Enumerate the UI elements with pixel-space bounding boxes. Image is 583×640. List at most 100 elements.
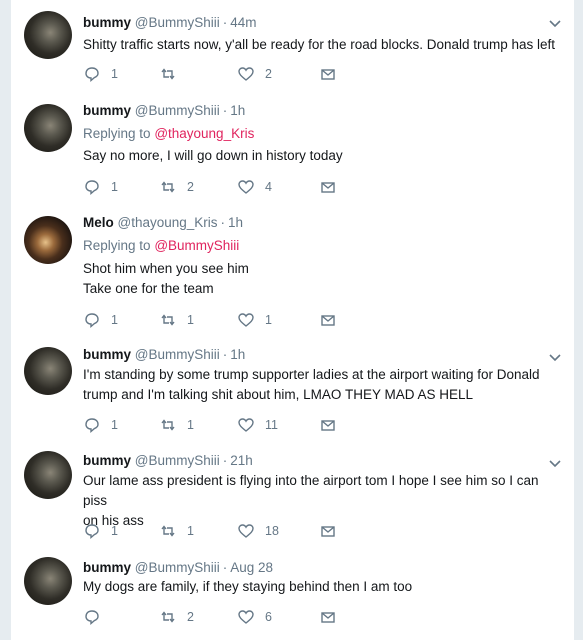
retweet-button[interactable]: 2 — [159, 177, 194, 197]
retweet-count: 1 — [187, 418, 194, 432]
reply-button[interactable]: 1 — [83, 415, 118, 435]
like-count: 2 — [265, 67, 272, 81]
retweet-icon — [161, 419, 175, 431]
tweet-header: bummy @BummyShiii · 1h — [83, 347, 245, 362]
tweet-header: bummy @BummyShiii · 21h — [83, 453, 253, 468]
tweet[interactable]: Melo @thayoung_Kris · 1h Replying to @Bumm… — [11, 204, 574, 338]
author-name[interactable]: bummy — [83, 560, 131, 575]
heart-icon — [238, 67, 254, 81]
avatar[interactable] — [24, 347, 72, 395]
reply-icon — [85, 418, 99, 434]
heart-icon — [238, 524, 254, 538]
like-count: 18 — [265, 524, 279, 538]
tweet[interactable]: bummy @BummyShiii · Aug 28 My dogs are fam… — [11, 548, 574, 640]
avatar[interactable] — [24, 11, 72, 59]
author-name[interactable]: bummy — [83, 347, 131, 362]
mention-link[interactable]: @thayoung_Kris — [154, 126, 254, 141]
reply-count: 1 — [111, 313, 118, 327]
heart-icon — [238, 418, 254, 432]
tweet-text-line: Our lame ass president is flying into th… — [83, 473, 539, 508]
like-button[interactable]: 1 — [237, 310, 272, 330]
reply-icon — [85, 313, 99, 329]
timestamp[interactable]: 21h — [230, 453, 253, 468]
reply-count: 1 — [111, 67, 118, 81]
timestamp[interactable]: 44m — [230, 15, 256, 30]
author-handle[interactable]: @BummyShiii — [135, 103, 220, 118]
tweet[interactable]: bummy @BummyShiii · 1h Replying to @thayou… — [11, 92, 574, 205]
retweet-button[interactable]: 1 — [159, 310, 194, 330]
like-count: 1 — [265, 313, 272, 327]
author-name[interactable]: Melo — [83, 215, 114, 230]
avatar[interactable] — [24, 451, 72, 499]
like-button[interactable]: 11 — [237, 415, 278, 435]
reply-icon — [85, 67, 99, 83]
reply-button[interactable]: 1 — [83, 521, 118, 541]
avatar[interactable] — [24, 104, 72, 152]
separator: · — [222, 453, 228, 468]
author-name[interactable]: bummy — [83, 103, 131, 118]
message-button[interactable] — [319, 607, 337, 627]
author-name[interactable]: bummy — [83, 453, 131, 468]
envelope-icon — [321, 612, 335, 623]
tweet-header: bummy @BummyShiii · 44m — [83, 15, 257, 30]
like-button[interactable]: 2 — [237, 64, 272, 84]
timestamp[interactable]: 1h — [228, 215, 243, 230]
heart-icon — [238, 313, 254, 327]
author-handle[interactable]: @thayoung_Kris — [118, 215, 218, 230]
avatar[interactable] — [24, 557, 72, 605]
reply-button[interactable]: 1 — [83, 177, 118, 197]
timeline: bummy @BummyShiii · 44m Shitty traffic sta… — [10, 0, 575, 640]
chevron-down-icon[interactable] — [548, 351, 562, 365]
retweet-button[interactable]: 1 — [159, 415, 194, 435]
author-handle[interactable]: @BummyShiii — [135, 453, 220, 468]
chevron-down-icon[interactable] — [548, 457, 562, 471]
timestamp[interactable]: 1h — [230, 347, 245, 362]
separator: · — [222, 15, 228, 30]
tweet-actions: 1 1 11 — [83, 415, 383, 435]
envelope-icon — [321, 526, 335, 537]
author-handle[interactable]: @BummyShiii — [135, 347, 220, 362]
like-button[interactable]: 6 — [237, 607, 272, 627]
envelope-icon — [321, 315, 335, 326]
like-count: 4 — [265, 180, 272, 194]
retweet-count: 2 — [187, 180, 194, 194]
message-button[interactable] — [319, 310, 337, 330]
retweet-button[interactable]: 2 — [159, 607, 194, 627]
reply-button[interactable] — [83, 607, 111, 627]
envelope-icon — [321, 182, 335, 193]
separator: · — [222, 560, 228, 575]
mention-link[interactable]: @BummyShiii — [154, 238, 239, 253]
tweet-text-line: Shitty traffic starts now, y'all be read… — [83, 37, 556, 52]
timestamp[interactable]: 1h — [230, 103, 245, 118]
message-button[interactable] — [319, 521, 337, 541]
avatar[interactable] — [24, 216, 72, 264]
like-button[interactable]: 18 — [237, 521, 279, 541]
reply-button[interactable]: 1 — [83, 64, 118, 84]
like-button[interactable]: 4 — [237, 177, 272, 197]
message-button[interactable] — [319, 177, 337, 197]
tweet-text-line: Say no more, I will go down in history t… — [83, 148, 343, 163]
tweet-text: Say no more, I will go down in history t… — [83, 146, 563, 166]
tweet[interactable]: bummy @BummyShiii · 1h I'm standing by som… — [11, 337, 574, 442]
tweet[interactable]: bummy @BummyShiii · 21h Our lame ass presi… — [11, 441, 574, 549]
chevron-down-icon[interactable] — [548, 17, 562, 31]
author-handle[interactable]: @BummyShiii — [135, 560, 220, 575]
author-name[interactable]: bummy — [83, 15, 131, 30]
reply-context: Replying to @BummyShiii — [83, 238, 239, 253]
tweet-text: Shitty traffic starts now, y'all be read… — [83, 35, 563, 55]
retweet-count: 2 — [187, 610, 194, 624]
retweet-button[interactable] — [159, 64, 187, 84]
timestamp[interactable]: Aug 28 — [230, 560, 273, 575]
retweet-icon — [161, 68, 175, 80]
like-count: 6 — [265, 610, 272, 624]
retweet-button[interactable]: 1 — [159, 521, 194, 541]
author-handle[interactable]: @BummyShiii — [135, 15, 220, 30]
tweet-text-line: I'm standing by some trump supporter lad… — [83, 367, 540, 382]
message-button[interactable] — [319, 415, 337, 435]
reply-count: 1 — [111, 418, 118, 432]
reply-button[interactable]: 1 — [83, 310, 118, 330]
like-count: 11 — [265, 418, 278, 432]
reply-count: 1 — [111, 524, 118, 538]
tweet[interactable]: bummy @BummyShiii · 44m Shitty traffic sta… — [11, 0, 574, 93]
message-button[interactable] — [319, 64, 337, 84]
